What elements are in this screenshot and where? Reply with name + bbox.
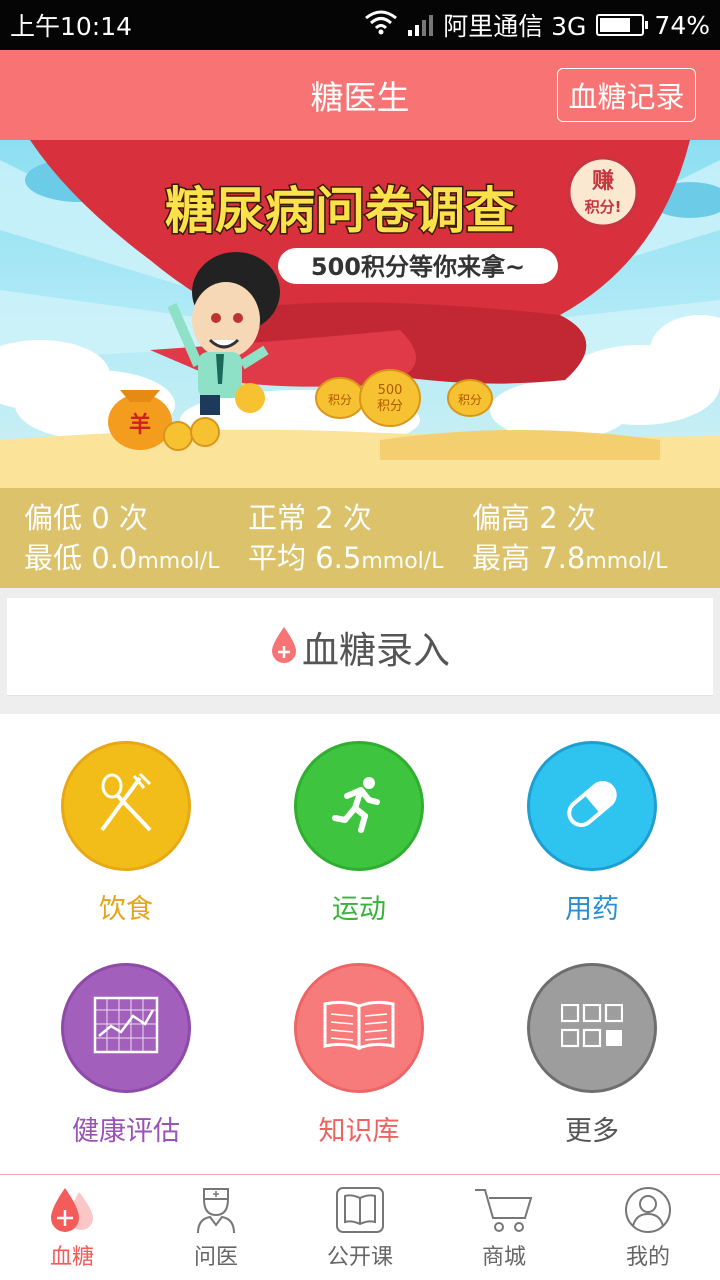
more-circle bbox=[527, 963, 657, 1093]
entry-section: 血糖录入 bbox=[0, 588, 720, 714]
blood-drop-icon bbox=[49, 1185, 95, 1235]
book-icon bbox=[335, 1185, 385, 1235]
svg-text:积分!: 积分! bbox=[585, 198, 622, 216]
blood-sugar-entry-button[interactable]: 血糖录入 bbox=[7, 598, 713, 696]
earn-points-badge: 赚 积分! bbox=[567, 156, 639, 228]
tab-open-course[interactable]: 公开课 bbox=[288, 1175, 432, 1280]
medication-circle bbox=[527, 741, 657, 871]
tab-mine[interactable]: 我的 bbox=[576, 1175, 720, 1280]
svg-text:积分: 积分 bbox=[458, 393, 482, 407]
battery-percent: 74% bbox=[654, 10, 710, 40]
stat-unit: mmol/L bbox=[585, 549, 668, 574]
blood-drop-icon bbox=[270, 626, 298, 668]
running-icon bbox=[329, 774, 389, 838]
carrier-label: 阿里通信 3G bbox=[443, 12, 587, 41]
feature-diet[interactable]: 饮食 bbox=[26, 741, 226, 926]
feature-more[interactable]: 更多 bbox=[492, 963, 692, 1148]
svg-text:积分: 积分 bbox=[328, 393, 352, 407]
tab-label: 我的 bbox=[625, 1245, 670, 1270]
chart-icon bbox=[93, 996, 159, 1060]
feature-knowledge-base[interactable]: 知识库 bbox=[259, 963, 459, 1148]
stat-max-value: 最高 7.8 bbox=[472, 541, 586, 575]
tab-shop[interactable]: 商城 bbox=[432, 1175, 576, 1280]
tab-label: 血糖 bbox=[49, 1245, 94, 1270]
svg-text:积分: 积分 bbox=[377, 399, 403, 414]
tab-label: 商城 bbox=[481, 1245, 526, 1270]
stat-max-line: 最高 7.8mmol/L bbox=[472, 538, 696, 582]
feature-health-assessment[interactable]: 健康评估 bbox=[26, 963, 226, 1148]
stat-min-value: 最低 0.0 bbox=[24, 541, 138, 575]
cart-icon bbox=[473, 1185, 535, 1235]
banner-subtitle: 500积分等你来拿~ bbox=[311, 253, 525, 281]
feature-label: 更多 bbox=[565, 1116, 619, 1147]
banner-illustration: 糖尿病问卷调查 500积分等你来拿~ 赚 积分! 羊 积分 500 积分 积分 bbox=[0, 140, 720, 488]
feature-medication[interactable]: 用药 bbox=[492, 741, 692, 926]
page-title: 糖医生 bbox=[310, 78, 410, 117]
feature-label: 用药 bbox=[565, 894, 619, 925]
signal-icon bbox=[408, 14, 434, 36]
app-screen: 上午10:14 阿里通信 3G 74% 糖医生 血糖记录 糖尿病问卷调查 500… bbox=[0, 0, 720, 1280]
stat-min-line: 最低 0.0mmol/L bbox=[24, 538, 248, 582]
stat-low: 偏低 0 次 最低 0.0mmol/L bbox=[24, 498, 248, 588]
stat-high: 偏高 2 次 最高 7.8mmol/L bbox=[472, 498, 696, 588]
stat-high-count: 偏高 2 次 bbox=[472, 501, 596, 535]
stat-low-count: 偏低 0 次 bbox=[24, 501, 148, 535]
entry-label: 血糖录入 bbox=[302, 628, 450, 672]
app-header: 糖医生 血糖记录 bbox=[0, 50, 720, 140]
blood-sugar-record-button[interactable]: 血糖记录 bbox=[557, 68, 696, 122]
feature-grid: 饮食 运动 用药 健康评估 知识库 更多 bbox=[0, 714, 720, 1174]
tab-label: 问医 bbox=[193, 1245, 238, 1270]
user-icon bbox=[624, 1185, 672, 1235]
pill-icon bbox=[560, 772, 624, 840]
exercise-circle bbox=[294, 741, 424, 871]
wifi-icon bbox=[364, 9, 398, 41]
status-right: 阿里通信 3G 74% bbox=[364, 7, 710, 43]
survey-banner[interactable]: 糖尿病问卷调查 500积分等你来拿~ 赚 积分! 羊 积分 500 积分 积分 bbox=[0, 140, 720, 488]
tab-ask-doctor[interactable]: 问医 bbox=[144, 1175, 288, 1280]
fork-spoon-icon bbox=[94, 772, 158, 840]
feature-label: 健康评估 bbox=[72, 1116, 180, 1147]
stat-avg-line: 平均 6.5mmol/L bbox=[248, 538, 472, 582]
svg-text:500: 500 bbox=[378, 383, 403, 398]
stat-avg-value: 平均 6.5 bbox=[248, 541, 362, 575]
stat-unit: mmol/L bbox=[361, 549, 444, 574]
glucose-stats: 偏低 0 次 最低 0.0mmol/L 正常 2 次 平均 6.5mmol/L … bbox=[0, 488, 720, 588]
feature-label: 运动 bbox=[332, 894, 386, 925]
diet-circle bbox=[61, 741, 191, 871]
grid-icon bbox=[560, 1003, 624, 1052]
knowledge-circle bbox=[294, 963, 424, 1093]
svg-text:赚: 赚 bbox=[592, 168, 614, 194]
feature-label: 饮食 bbox=[99, 894, 153, 925]
health-circle bbox=[61, 963, 191, 1093]
battery-icon bbox=[596, 14, 649, 36]
feature-label: 知识库 bbox=[318, 1116, 400, 1147]
status-bar: 上午10:14 阿里通信 3G 74% bbox=[0, 0, 720, 50]
stat-normal-count: 正常 2 次 bbox=[248, 501, 372, 535]
tab-label: 公开课 bbox=[326, 1245, 393, 1270]
book-icon bbox=[321, 998, 397, 1058]
svg-text:羊: 羊 bbox=[129, 412, 151, 438]
stat-unit: mmol/L bbox=[137, 549, 220, 574]
tab-blood-sugar[interactable]: 血糖 bbox=[0, 1175, 144, 1280]
status-time: 上午10:14 bbox=[10, 12, 133, 41]
stat-normal: 正常 2 次 平均 6.5mmol/L bbox=[248, 498, 472, 588]
banner-title: 糖尿病问卷调查 bbox=[165, 182, 515, 240]
doctor-icon bbox=[194, 1185, 238, 1235]
bottom-tab-bar: 血糖 问医 公开课 商城 我的 bbox=[0, 1174, 720, 1280]
feature-exercise[interactable]: 运动 bbox=[259, 741, 459, 926]
